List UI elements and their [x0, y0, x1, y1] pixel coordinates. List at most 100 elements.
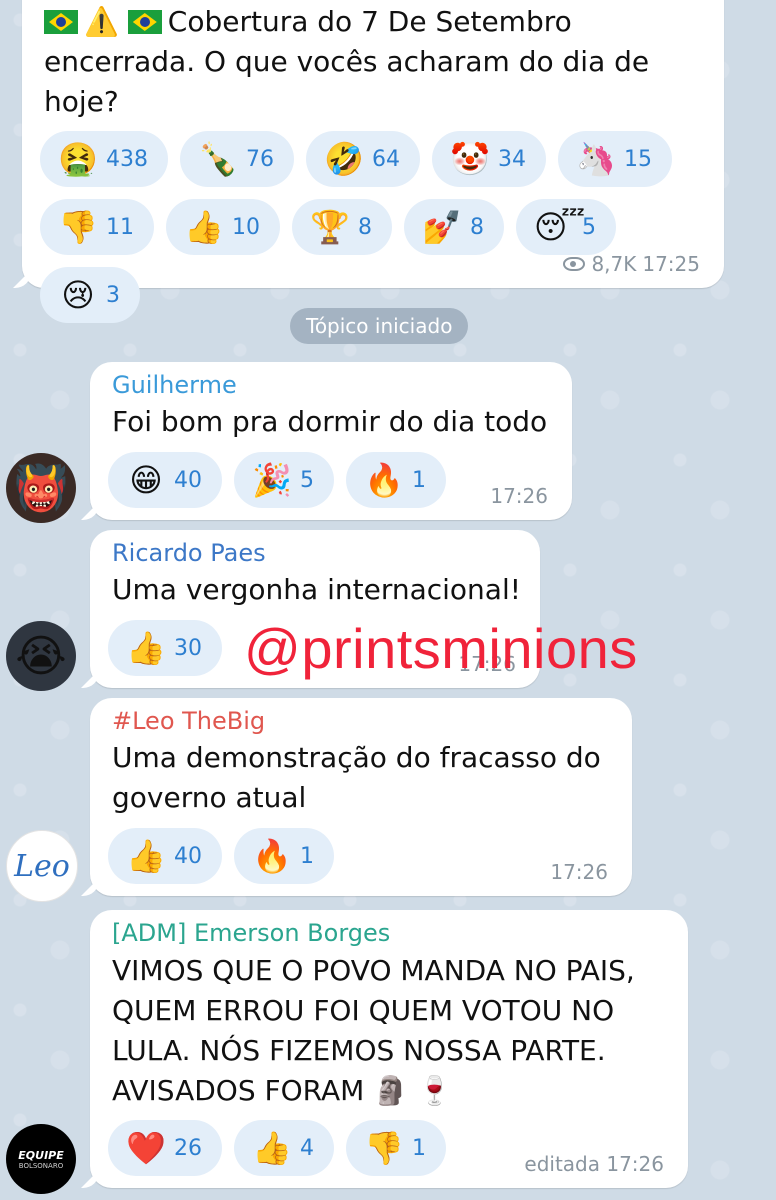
reaction-count: 1: [412, 467, 426, 493]
rofl-face-icon: 🤣: [324, 140, 364, 178]
reaction-fire[interactable]: 🔥 1: [346, 452, 446, 508]
post-line-1: Cobertura do 7 De Setembro: [167, 5, 572, 38]
view-count: 8,7K: [591, 252, 637, 276]
reaction-crying[interactable]: 😢 3: [40, 267, 140, 323]
message-line-2: QUEM ERROU FOI QUEM VOTOU NO: [112, 994, 615, 1027]
reaction-clown[interactable]: 🤡 34: [432, 131, 546, 187]
sender-name[interactable]: #Leo TheBig: [112, 706, 265, 736]
reaction-count: 438: [106, 146, 148, 172]
avatar[interactable]: EQUIPE BOLSONARO: [6, 1124, 76, 1194]
reaction-thumbs-up[interactable]: 👍 40: [108, 828, 222, 884]
reaction-count: 8: [470, 214, 484, 240]
channel-post-reactions: 🤮 438 🍾 76 🤣 64 🤡 34 🦄 15 👎 11 👍 10 🏆 8 💅 8 😴 5 😢 3: [40, 131, 720, 323]
reaction-count: 5: [300, 467, 314, 493]
reaction-thumbs-up[interactable]: 👍 10: [166, 199, 280, 255]
reaction-count: 10: [232, 214, 260, 240]
message-bubble[interactable]: [ADM] Emerson Borges VIMOS QUE O POVO MA…: [81, 910, 688, 1188]
thumbs-down-icon: 👎: [58, 208, 98, 246]
thumbs-up-icon: 👍: [126, 837, 166, 875]
reaction-vomit[interactable]: 🤮 438: [40, 131, 168, 187]
reaction-party[interactable]: 🎉 5: [234, 452, 334, 508]
sender-name[interactable]: [ADM] Emerson Borges: [112, 918, 390, 948]
reaction-count: 64: [372, 146, 400, 172]
post-time: 17:25: [642, 252, 700, 276]
message-text: VIMOS QUE O POVO MANDA NO PAIS, QUEM ERR…: [112, 951, 635, 1111]
reaction-count: 40: [174, 843, 202, 869]
reaction-grin[interactable]: 😁 40: [108, 452, 222, 508]
reaction-thumbs-up[interactable]: 👍 30: [108, 620, 222, 676]
post-meta: 8,7K 17:25: [563, 252, 700, 276]
sender-name[interactable]: Guilherme: [112, 370, 237, 400]
avatar[interactable]: 👹: [6, 453, 76, 523]
reaction-heart[interactable]: ❤️ 26: [108, 1120, 222, 1176]
message-line-1: VIMOS QUE O POVO MANDA NO PAIS,: [112, 954, 635, 987]
message-text: Foi bom pra dormir do dia todo: [112, 405, 548, 438]
watermark-text: @printsminions: [244, 617, 638, 680]
message-time: editada 17:26: [524, 1152, 664, 1176]
reaction-champagne[interactable]: 🍾 76: [180, 131, 294, 187]
reaction-count: 1: [300, 843, 314, 869]
thumbs-up-icon: 👍: [252, 1129, 292, 1167]
message-reactions: 😁 40 🎉 5 🔥 1: [108, 452, 446, 508]
post-line-2: encerrada. O que vocês acharam do dia de: [44, 45, 650, 78]
nail-polish-icon: 💅: [422, 208, 462, 246]
reaction-fire[interactable]: 🔥 1: [234, 828, 334, 884]
reaction-trophy[interactable]: 🏆 8: [292, 199, 392, 255]
thumbs-up-icon: 👍: [126, 629, 166, 667]
reaction-rofl[interactable]: 🤣 64: [306, 131, 420, 187]
brazil-flag-icon: [44, 10, 78, 34]
eye-icon: [563, 257, 586, 271]
red-heart-icon: ❤️: [126, 1129, 166, 1167]
sleeping-face-icon: 😴: [534, 208, 586, 246]
thumbs-up-icon: 👍: [184, 208, 224, 246]
fire-icon: 🔥: [364, 461, 404, 499]
reaction-count: 76: [246, 146, 274, 172]
post-line-3: hoje?: [44, 85, 119, 118]
message-bubble[interactable]: Guilherme Foi bom pra dormir do dia todo…: [81, 362, 572, 520]
message-time: 17:26: [550, 860, 608, 884]
avatar[interactable]: Leo: [6, 830, 78, 902]
vomit-face-icon: 🤮: [58, 140, 98, 178]
reaction-count: 5: [582, 214, 596, 240]
warning-icon: ⚠️: [84, 5, 119, 38]
reaction-count: 3: [106, 282, 120, 308]
reaction-nail-polish[interactable]: 💅 8: [404, 199, 504, 255]
message-bubble[interactable]: #Leo TheBig Uma demonstração do fracasso…: [81, 698, 632, 896]
reaction-count: 4: [300, 1135, 314, 1161]
moai-wine-icon: 🗿 🍷: [373, 1074, 452, 1107]
avatar[interactable]: 😭: [6, 621, 76, 691]
message-line-2: governo atual: [112, 781, 307, 814]
message-line-1: Uma demonstração do fracasso do: [112, 741, 601, 774]
crying-face-icon: 😭: [15, 630, 67, 682]
reaction-thumbs-up[interactable]: 👍 4: [234, 1120, 334, 1176]
message-text: Uma demonstração do fracasso do governo …: [112, 738, 601, 818]
reaction-count: 8: [358, 214, 372, 240]
party-popper-icon: 🎉: [252, 461, 292, 499]
leo-logo: Leo: [14, 848, 70, 884]
demon-mask-icon: 👹: [13, 463, 69, 514]
reaction-count: 30: [174, 635, 202, 661]
trophy-icon: 🏆: [310, 208, 350, 246]
reaction-count: 11: [106, 214, 134, 240]
channel-post-bubble[interactable]: ⚠️ Cobertura do 7 De Setembro encerrada.…: [13, 0, 724, 323]
message-line-4: AVISADOS FORAM: [112, 1074, 365, 1107]
fire-icon: 🔥: [252, 837, 292, 875]
topic-started-pill: Tópico iniciado: [290, 308, 469, 344]
champagne-icon: 🍾: [198, 140, 238, 178]
sender-name[interactable]: Ricardo Paes: [112, 538, 266, 568]
message-time: 17:26: [490, 484, 548, 508]
grinning-face-icon: 😁: [129, 461, 163, 499]
message-reactions: ❤️ 26 👍 4 👎 1: [108, 1120, 446, 1176]
reaction-count: 15: [624, 146, 652, 172]
reaction-thumbs-down[interactable]: 👎 1: [346, 1120, 446, 1176]
avatar-logo-bottom: BOLSONARO: [18, 1161, 64, 1170]
crying-face-icon: 😢: [61, 276, 95, 314]
unicorn-icon: 🦄: [576, 140, 616, 178]
reaction-sleeping[interactable]: 😴 5: [516, 199, 616, 255]
reaction-unicorn[interactable]: 🦄 15: [558, 131, 672, 187]
reaction-thumbs-down[interactable]: 👎 11: [40, 199, 154, 255]
message-line-3: LULA. NÓS FIZEMOS NOSSA PARTE.: [112, 1034, 606, 1067]
channel-post-text: ⚠️ Cobertura do 7 De Setembro encerrada.…: [44, 2, 714, 122]
avatar-logo-top: EQUIPE: [18, 1148, 64, 1162]
reaction-count: 26: [174, 1135, 202, 1161]
